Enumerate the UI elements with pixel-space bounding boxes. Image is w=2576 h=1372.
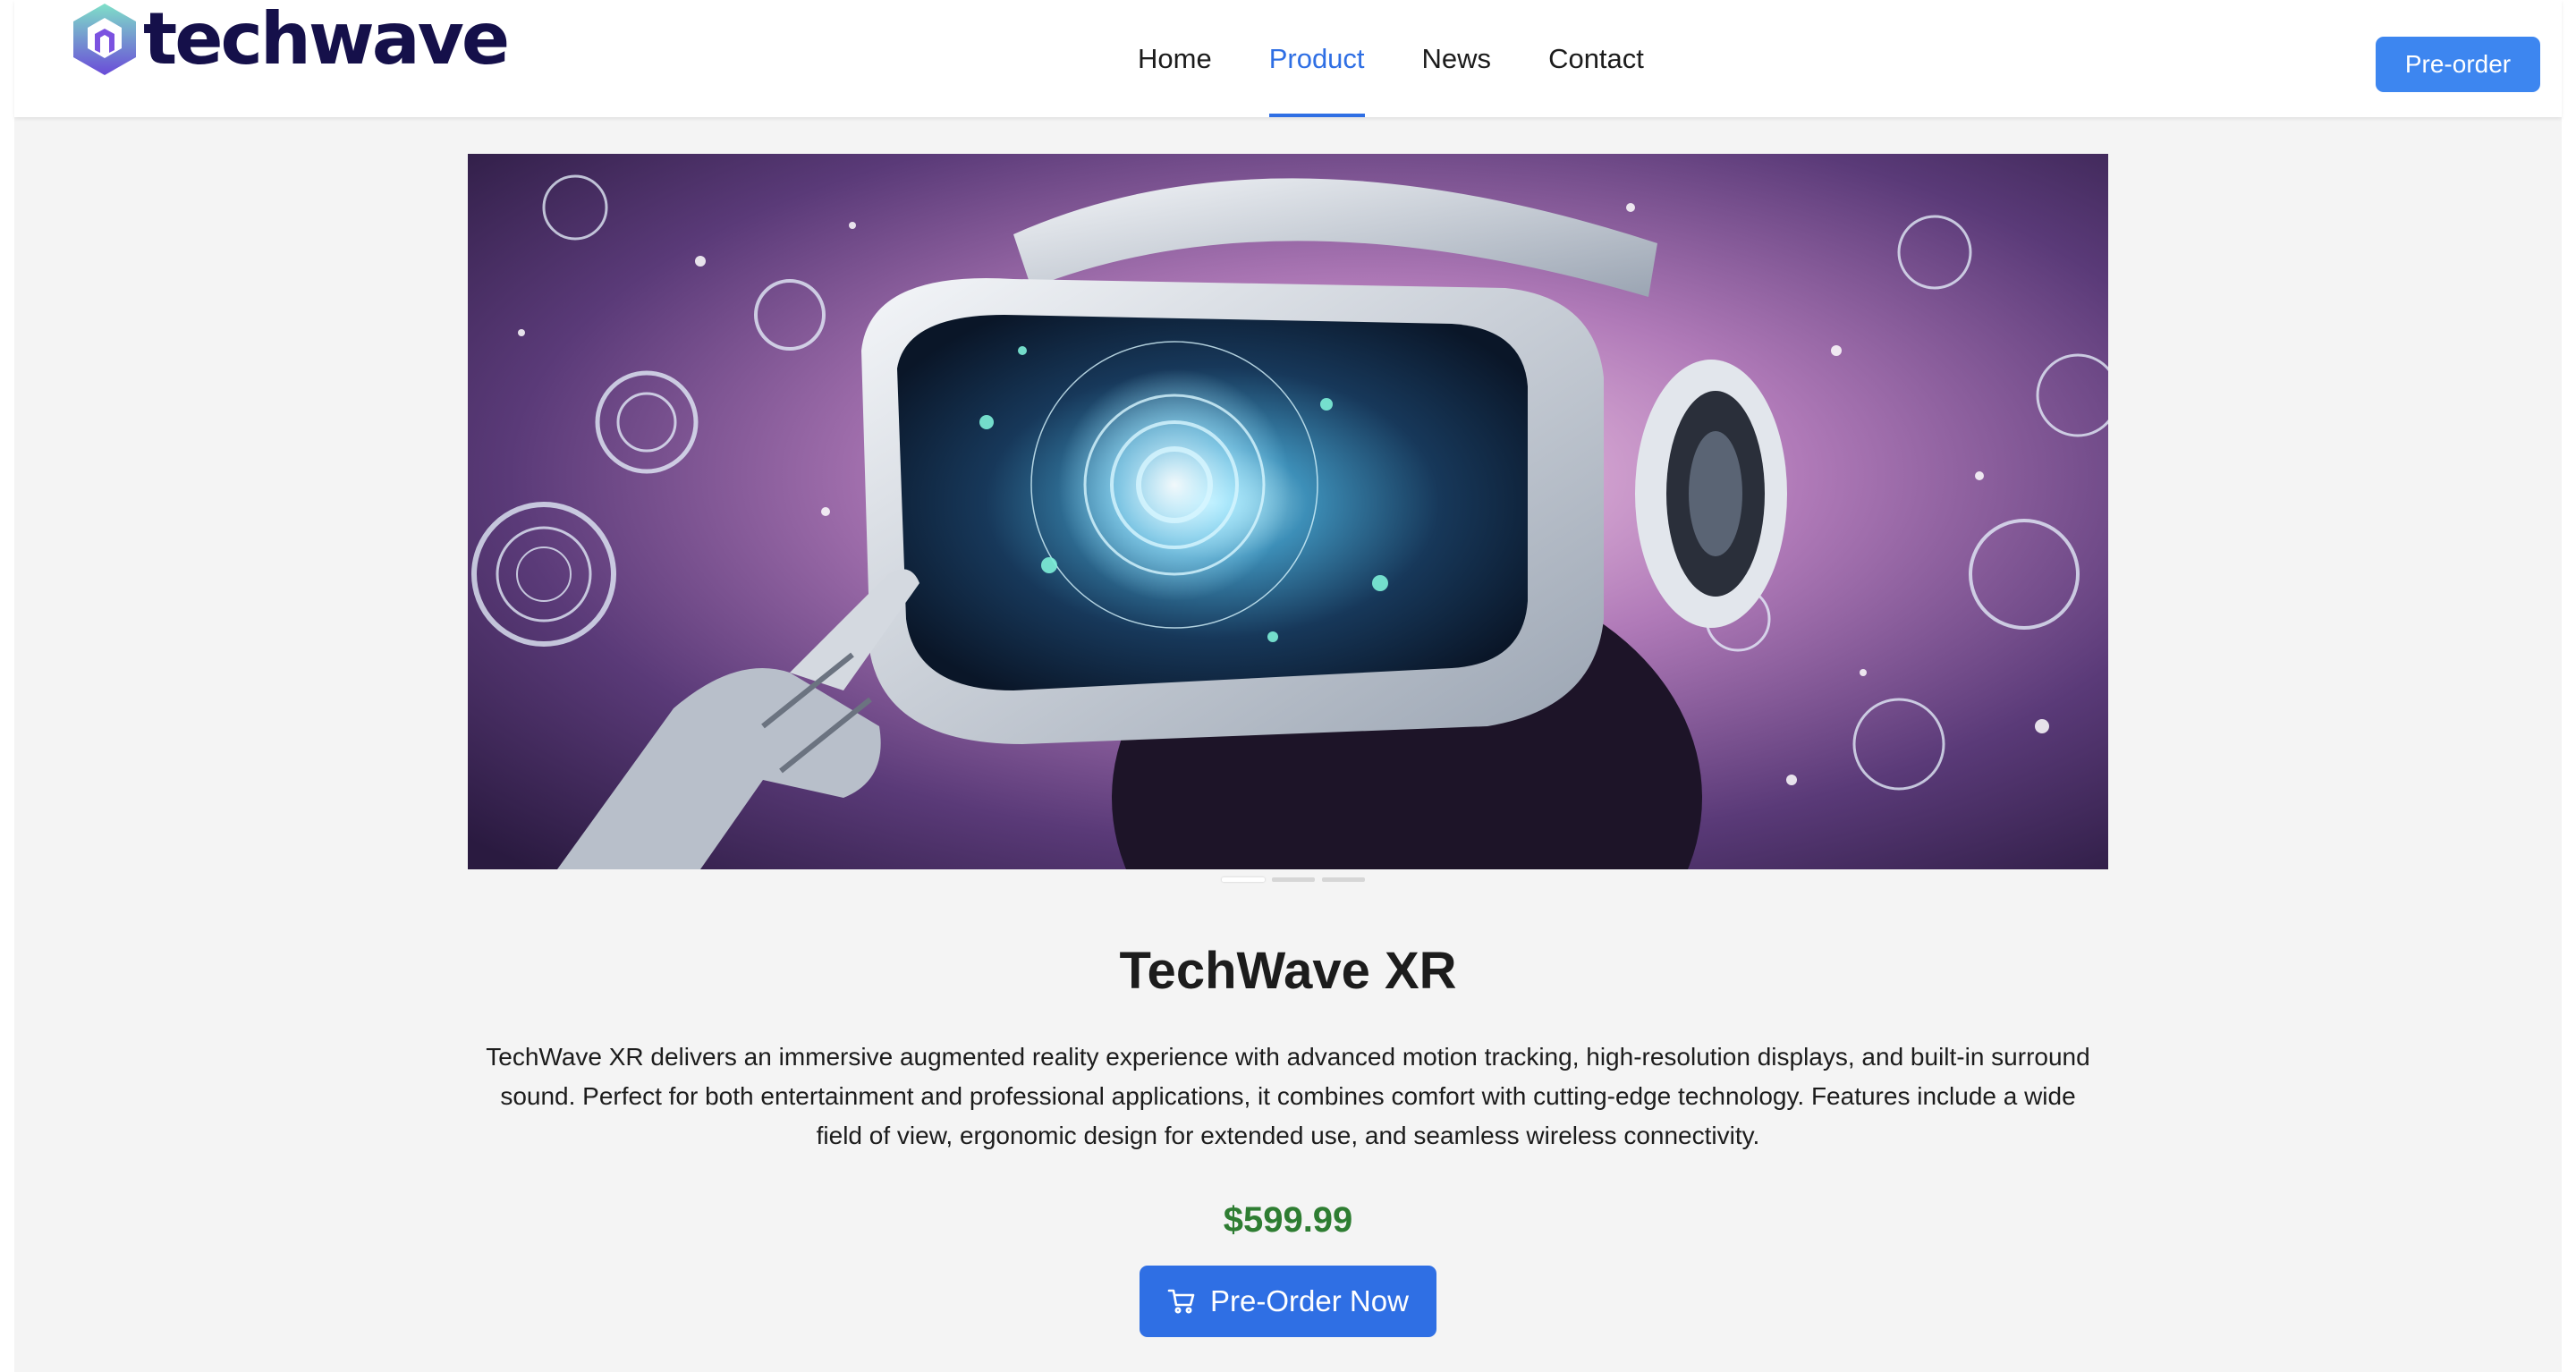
- shopping-cart-icon: [1167, 1289, 1195, 1314]
- brand-logo[interactable]: techwave: [72, 0, 510, 80]
- brand-name: techwave: [143, 0, 510, 80]
- carousel-indicators: [1222, 877, 1372, 882]
- header-preorder-button[interactable]: Pre-order: [2376, 37, 2540, 92]
- main-nav: Home Product News Contact: [1138, 0, 1701, 117]
- hero-image: [468, 154, 2108, 869]
- carousel-dot-2[interactable]: [1272, 877, 1315, 882]
- product-description: TechWave XR delivers an immersive augmen…: [486, 1043, 2090, 1149]
- carousel-dot-3[interactable]: [1322, 877, 1365, 882]
- nav-home[interactable]: Home: [1138, 0, 1212, 117]
- product-price: $599.99: [1223, 1200, 1353, 1240]
- preorder-now-label: Pre-Order Now: [1210, 1284, 1409, 1317]
- nav-product[interactable]: Product: [1268, 0, 1365, 117]
- nav-contact[interactable]: Contact: [1548, 0, 1644, 117]
- nav-news[interactable]: News: [1422, 0, 1492, 117]
- carousel-dot-1[interactable]: [1222, 877, 1265, 882]
- preorder-now-button[interactable]: Pre-Order Now: [1140, 1266, 1436, 1337]
- hexagon-cube-icon: [73, 4, 136, 75]
- site-header: techwave Home Product News Contact Pre-o…: [14, 0, 2562, 117]
- product-title: TechWave XR: [1119, 942, 1457, 1000]
